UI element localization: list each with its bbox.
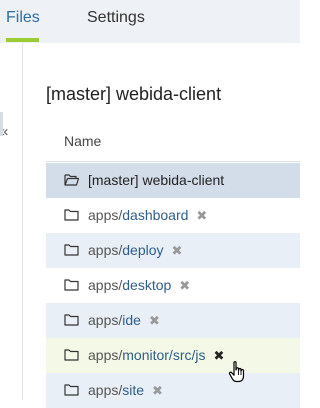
collapsed-sidebar: « (0, 43, 23, 400)
path-prefix: apps/ (88, 382, 123, 398)
table-row[interactable]: apps/monitor/src/js ✖ (46, 338, 300, 373)
remove-icon[interactable]: ✖ (196, 207, 207, 225)
row-label: apps/deploy ✖ (88, 241, 182, 260)
row-label: apps/dashboard ✖ (88, 206, 207, 225)
remove-icon[interactable]: ✖ (152, 382, 163, 400)
folder-icon (64, 279, 79, 291)
project-name-link[interactable]: desktop (122, 277, 171, 293)
folder-icon (64, 314, 79, 326)
path-prefix: apps/ (88, 242, 123, 258)
folder-icon (64, 209, 79, 221)
hand-pointer-cursor-icon (228, 361, 245, 383)
row-label: apps/desktop ✖ (88, 276, 190, 295)
row-label: apps/monitor/src/js ✖ (88, 346, 224, 365)
open-folder-icon (64, 174, 79, 186)
folder-icon (64, 384, 79, 396)
project-name-link[interactable]: deploy (122, 242, 163, 258)
row-label: [master] webida-client (88, 172, 225, 188)
page-title: [master] webida-client (46, 84, 222, 104)
project-name-link[interactable]: ide (122, 312, 141, 328)
project-name-link[interactable]: dashboard (122, 207, 188, 223)
project-name-link[interactable]: monitor/src/js (122, 347, 205, 363)
active-tab-indicator (6, 38, 39, 42)
table-row[interactable]: apps/site ✖ (46, 373, 300, 408)
path-prefix: apps/ (88, 347, 123, 363)
tab-bar: Files Settings (0, 0, 300, 43)
project-name-link[interactable]: site (122, 382, 144, 398)
folder-icon (64, 244, 79, 256)
row-label: apps/site ✖ (88, 381, 163, 400)
column-header-name[interactable]: Name (64, 133, 101, 149)
path-prefix: apps/ (88, 207, 123, 223)
sidebar-selection-marker (0, 112, 3, 136)
tab-settings[interactable]: Settings (87, 0, 145, 40)
table-row[interactable]: apps/ide ✖ (46, 303, 300, 338)
table-row[interactable]: apps/deploy ✖ (46, 233, 300, 268)
tab-files[interactable]: Files (6, 0, 40, 40)
folder-icon (64, 349, 79, 361)
table-row-root[interactable]: [master] webida-client (46, 163, 300, 198)
path-prefix: apps/ (88, 277, 123, 293)
table-header: Name (46, 123, 300, 162)
table-row[interactable]: apps/desktop ✖ (46, 268, 300, 303)
remove-icon[interactable]: ✖ (172, 242, 183, 260)
path-prefix: apps/ (88, 312, 123, 328)
row-label: apps/ide ✖ (88, 311, 160, 330)
remove-icon[interactable]: ✖ (149, 312, 160, 330)
remove-icon[interactable]: ✖ (179, 277, 190, 295)
remove-icon[interactable]: ✖ (213, 347, 224, 365)
table-row[interactable]: apps/dashboard ✖ (46, 198, 300, 233)
